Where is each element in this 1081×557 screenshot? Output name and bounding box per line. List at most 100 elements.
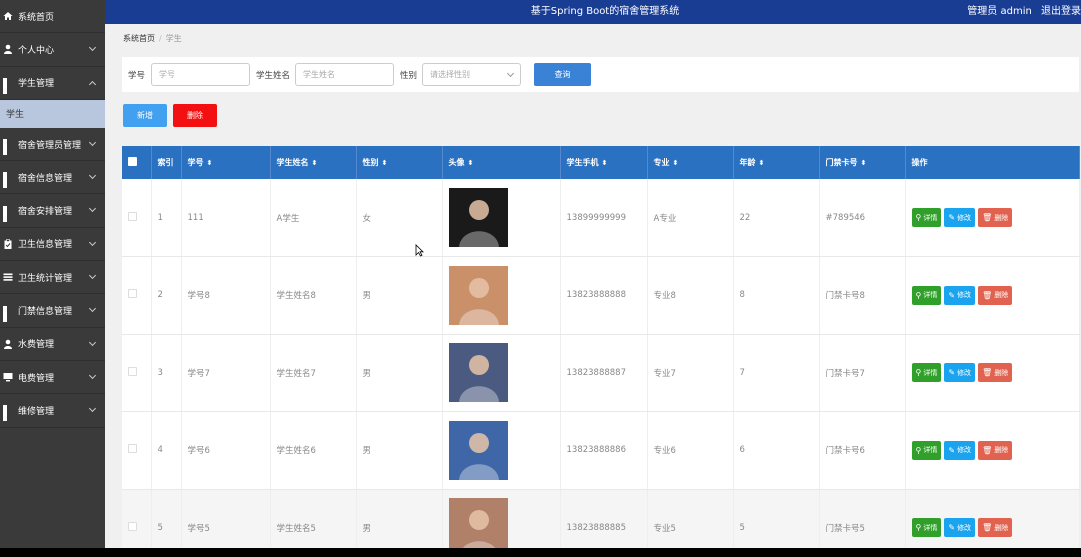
sidebar-item[interactable]: 维修管理: [0, 394, 105, 428]
phone-cell: 13823888888: [560, 256, 648, 335]
sidebar-item-label: 系统首页: [18, 12, 55, 23]
delete-row-button[interactable]: 🗑 删除: [978, 440, 1013, 460]
sidebar-item-label: 水费管理: [18, 340, 55, 351]
sidebar-item[interactable]: 卫生统计管理: [0, 261, 105, 295]
sidebar-item[interactable]: 个人中心: [0, 33, 105, 67]
detail-button[interactable]: ⚲ 详情: [911, 208, 942, 227]
sidebar-item-label: 宿舍信息管理: [18, 173, 73, 184]
sidebar-item-label: 个人中心: [18, 45, 55, 56]
sort-icon[interactable]: ⬍: [312, 159, 318, 167]
sidebar-item[interactable]: 系统首页: [0, 0, 105, 34]
select-all-checkbox[interactable]: [128, 157, 137, 166]
sort-icon[interactable]: ⬍: [602, 159, 608, 167]
row-checkbox[interactable]: [128, 211, 137, 221]
age-cell: 22: [733, 179, 820, 257]
student-name-cell: 学生姓名5: [270, 489, 357, 548]
student-name-input[interactable]: 学生姓名: [295, 63, 394, 86]
detail-button[interactable]: ⚲ 详情: [911, 285, 942, 305]
delete-row-button[interactable]: 🗑 删除: [978, 285, 1013, 305]
detail-button[interactable]: ⚲ 详情: [911, 440, 942, 460]
sidebar-item-label: 电费管理: [18, 373, 55, 384]
avatar: [448, 265, 508, 325]
avatar: [448, 420, 508, 480]
breadcrumb-home[interactable]: 系统首页: [123, 34, 155, 43]
edit-button[interactable]: ✎ 修改: [944, 440, 976, 460]
sort-icon[interactable]: ⬍: [673, 159, 679, 167]
edit-button[interactable]: ✎ 修改: [944, 363, 976, 383]
operation-cell: ⚲ 详情 ✎ 修改 🗑 删除: [905, 411, 1080, 490]
age-cell: 6: [733, 411, 820, 490]
column-header-label: 年龄: [739, 158, 756, 167]
user-name: 管理员 admin: [967, 6, 1032, 17]
column-header[interactable]: 年龄 ⬍: [733, 146, 820, 179]
delete-label: 删除: [994, 291, 1009, 300]
row-checkbox[interactable]: [128, 366, 137, 376]
search-icon: ⚲: [915, 290, 922, 300]
sort-icon[interactable]: ⬍: [382, 159, 388, 167]
trash-icon: 🗑: [982, 445, 993, 455]
sidebar-item[interactable]: 宿舍管理员管理: [0, 128, 105, 162]
column-header[interactable]: 专业 ⬍: [647, 146, 734, 179]
table-row: 4 学号6 学生姓名6 男 13823888886 专业6 6 门禁卡号6 ⚲ 详情 ✎ 修改 🗑 删除: [122, 411, 1080, 490]
column-header[interactable]: 头像 ⬍: [442, 146, 561, 179]
delete-row-button[interactable]: 🗑 删除: [978, 208, 1013, 227]
gender-select[interactable]: 请选择性别: [422, 63, 521, 86]
batch-delete-button[interactable]: 删除: [173, 104, 217, 127]
gender-label: 性别: [400, 71, 418, 81]
delete-row-button[interactable]: 🗑 删除: [978, 363, 1013, 383]
index-cell: 2: [151, 256, 182, 335]
column-header[interactable]: 学生姓名 ⬍: [270, 146, 357, 179]
detail-button[interactable]: ⚲ 详情: [911, 363, 942, 383]
column-header[interactable]: 性别 ⬍: [356, 146, 443, 179]
sidebar-item[interactable]: 水费管理: [0, 328, 105, 361]
student-name-cell: 学生姓名6: [270, 411, 357, 490]
edit-button[interactable]: ✎ 修改: [944, 285, 976, 305]
grid-icon: [3, 77, 13, 94]
search-icon: ⚲: [915, 445, 922, 455]
gender-cell: 男: [356, 489, 443, 548]
query-button[interactable]: 查询: [534, 63, 591, 86]
table-header-row: 索引 学号 ⬍ 学生姓名 ⬍ 性别 ⬍ 头像 ⬍ 学生手机 ⬍ 专业 ⬍ 年龄 ⬍ 门禁卡号 ⬍ 操作: [122, 146, 1080, 179]
app-window: 系统首页个人中心学生管理 学生 宿舍管理员管理宿舍信息管理宿舍安排管理卫生信息管理卫…: [0, 0, 1081, 548]
sort-icon[interactable]: ⬍: [861, 159, 867, 167]
chevron-down-icon: [506, 69, 515, 78]
card-number-cell: #789546: [819, 179, 906, 257]
home-icon: [3, 12, 13, 21]
add-button[interactable]: 新增: [123, 104, 167, 127]
card-number-cell: 门禁卡号6: [819, 411, 906, 490]
select-cell: [122, 334, 152, 412]
sidebar-item[interactable]: 宿舍信息管理: [0, 161, 105, 195]
sidebar-item[interactable]: 宿舍安排管理: [0, 194, 105, 228]
sort-icon[interactable]: ⬍: [759, 159, 765, 167]
delete-row-button[interactable]: 🗑 删除: [978, 518, 1013, 538]
row-checkbox[interactable]: [128, 521, 137, 531]
logout-link[interactable]: 退出登录: [1041, 6, 1081, 17]
operation-cell: ⚲ 详情 ✎ 修改 🗑 删除: [905, 179, 1080, 257]
column-header[interactable]: 学号 ⬍: [181, 146, 271, 179]
gender-cell: 男: [356, 334, 443, 412]
avatar: [448, 343, 508, 403]
edit-button[interactable]: ✎ 修改: [944, 208, 976, 227]
sidebar-item[interactable]: 电费管理: [0, 361, 105, 395]
column-header[interactable]: 门禁卡号 ⬍: [819, 146, 906, 179]
edit-label: 修改: [957, 213, 972, 222]
sidebar-subitem-student[interactable]: 学生: [0, 99, 105, 128]
card-number-cell: 门禁卡号8: [819, 256, 906, 335]
phone-cell: 13823888885: [560, 489, 648, 548]
sidebar-item-label: 卫生信息管理: [18, 240, 73, 251]
trash-icon: 🗑: [982, 213, 993, 222]
avatar-cell: [442, 411, 561, 490]
chevron-down-icon: [88, 138, 97, 146]
row-checkbox[interactable]: [128, 444, 137, 454]
sort-icon[interactable]: ⬍: [207, 159, 213, 167]
sidebar-item[interactable]: 学生管理: [0, 67, 105, 100]
row-checkbox[interactable]: [128, 289, 137, 299]
column-header[interactable]: 学生手机 ⬍: [560, 146, 648, 179]
sidebar-item[interactable]: 门禁信息管理: [0, 294, 105, 328]
student-id-input[interactable]: 学号: [151, 63, 250, 86]
detail-button[interactable]: ⚲ 详情: [911, 518, 942, 538]
edit-button[interactable]: ✎ 修改: [944, 518, 976, 538]
sort-icon[interactable]: ⬍: [468, 159, 474, 167]
student-id-cell: 学号7: [181, 334, 271, 412]
sidebar-item[interactable]: 卫生信息管理: [0, 228, 105, 262]
